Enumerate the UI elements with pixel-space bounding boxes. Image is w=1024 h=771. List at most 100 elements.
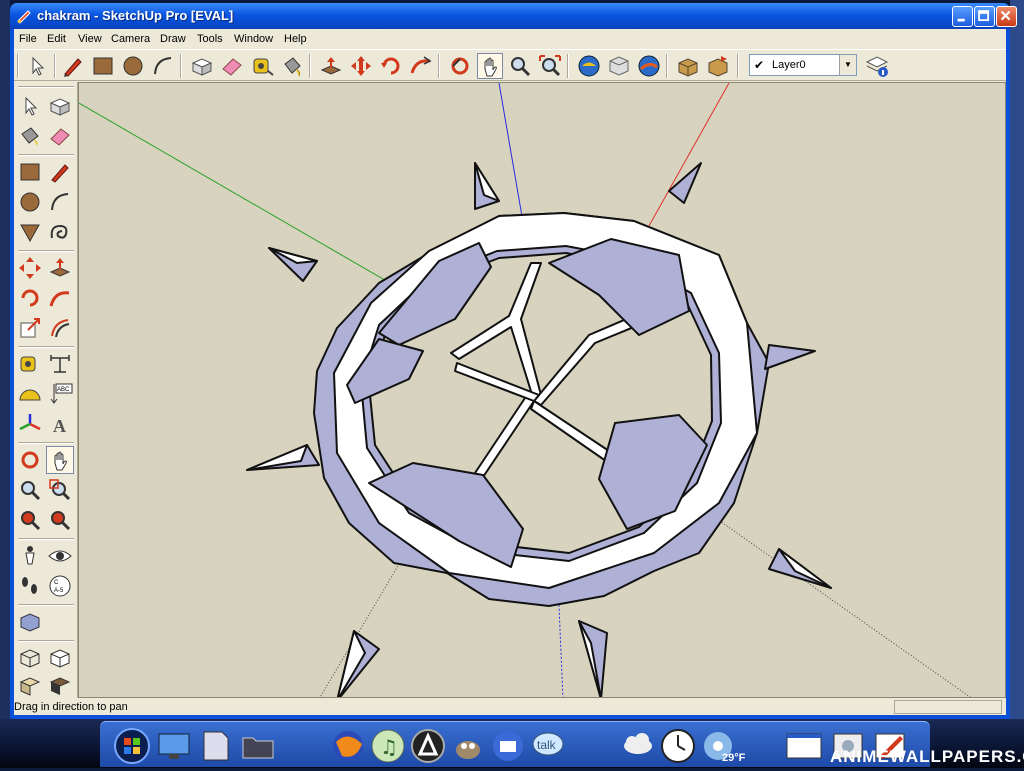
mail-icon bbox=[493, 731, 523, 761]
freehand-tool-button[interactable] bbox=[46, 218, 74, 246]
walk-tool-button[interactable] bbox=[16, 572, 44, 600]
chevron-down-icon[interactable]: ▼ bbox=[839, 55, 856, 75]
dock-music[interactable]: ♫ bbox=[368, 726, 408, 766]
menu-camera[interactable]: Camera bbox=[111, 33, 150, 45]
3d-text-tool-button[interactable]: A bbox=[46, 410, 74, 438]
textured-style-button[interactable] bbox=[46, 672, 74, 700]
scale-tool-button[interactable] bbox=[16, 314, 44, 342]
share-component-button[interactable] bbox=[705, 53, 731, 79]
dock-thunderbird[interactable] bbox=[488, 726, 528, 766]
maximize-button[interactable] bbox=[974, 6, 995, 27]
make-component-button[interactable] bbox=[189, 53, 215, 79]
menu-window[interactable]: Window bbox=[234, 33, 273, 45]
move-tool-button[interactable] bbox=[348, 53, 374, 79]
textured-cube-icon bbox=[49, 677, 71, 695]
wireframe-style-button[interactable] bbox=[16, 644, 44, 672]
previous-view-button[interactable] bbox=[16, 506, 44, 534]
arc-tool-button[interactable] bbox=[150, 53, 176, 79]
protractor-tool-button[interactable] bbox=[16, 380, 44, 408]
make-component-button[interactable] bbox=[46, 92, 74, 120]
layer-dropdown[interactable]: ✔ Layer0 ▼ bbox=[749, 54, 857, 76]
dock-gimp[interactable] bbox=[448, 726, 488, 766]
zoom-extents-icon bbox=[51, 511, 71, 531]
zoom-tool-button[interactable] bbox=[16, 476, 44, 504]
dimension-tool-button[interactable] bbox=[46, 350, 74, 378]
minimize-button[interactable] bbox=[952, 6, 973, 27]
zoom-tool-button[interactable] bbox=[507, 53, 533, 79]
title-bar[interactable]: chakram - SketchUp Pro [EVAL] bbox=[10, 3, 1017, 29]
circle-tool-button[interactable] bbox=[16, 188, 44, 216]
dock-clock[interactable] bbox=[658, 726, 698, 766]
orbit-tool-button[interactable] bbox=[447, 53, 473, 79]
layer-manager-button[interactable] bbox=[864, 53, 890, 79]
menu-view[interactable]: View bbox=[78, 33, 102, 45]
tape-measure-button[interactable] bbox=[249, 53, 275, 79]
move-icon bbox=[351, 56, 371, 76]
zoom-extents-button[interactable] bbox=[537, 53, 563, 79]
tape-measure-button[interactable] bbox=[16, 350, 44, 378]
toolbar-grip[interactable] bbox=[17, 54, 19, 78]
rectangle-tool-button[interactable] bbox=[16, 158, 44, 186]
dock-window-preview[interactable] bbox=[784, 726, 824, 766]
dock-folder[interactable] bbox=[238, 726, 278, 766]
paint-bucket-button[interactable] bbox=[279, 53, 305, 79]
rotate-tool-button[interactable] bbox=[378, 53, 404, 79]
dock-talk[interactable]: talk bbox=[528, 726, 568, 766]
look-around-button[interactable] bbox=[46, 542, 74, 570]
close-button[interactable] bbox=[996, 6, 1017, 27]
orbit-tool-button[interactable] bbox=[16, 446, 44, 474]
follow-me-button[interactable] bbox=[408, 53, 434, 79]
menu-help[interactable]: Help bbox=[284, 33, 307, 45]
polygon-tool-button[interactable] bbox=[16, 218, 44, 246]
documents-icon bbox=[203, 731, 229, 761]
offset-tool-button[interactable] bbox=[46, 314, 74, 342]
get-components-button[interactable] bbox=[675, 53, 701, 79]
dock-weather[interactable] bbox=[618, 726, 658, 766]
dock-firefox[interactable] bbox=[328, 726, 368, 766]
monitor-icon bbox=[158, 733, 190, 759]
text-tool-button[interactable]: ABC bbox=[46, 380, 74, 408]
eraser-tool-button[interactable] bbox=[46, 122, 74, 150]
hidden-line-style-button[interactable] bbox=[46, 644, 74, 672]
select-tool-button[interactable] bbox=[24, 53, 50, 79]
google-earth-button[interactable] bbox=[636, 53, 662, 79]
arc-tool-button[interactable] bbox=[46, 188, 74, 216]
main-toolbar: ✔ Layer0 ▼ bbox=[14, 49, 1006, 81]
chakram-model[interactable] bbox=[79, 83, 1006, 698]
shaded-style-button[interactable] bbox=[16, 672, 44, 700]
zoom-window-button[interactable] bbox=[46, 476, 74, 504]
menu-file[interactable]: File bbox=[19, 33, 37, 45]
dock-desktop[interactable] bbox=[154, 726, 194, 766]
select-tool-button[interactable] bbox=[16, 92, 44, 120]
menu-edit[interactable]: Edit bbox=[47, 33, 66, 45]
model-viewport[interactable] bbox=[78, 82, 1006, 698]
share-model-button[interactable] bbox=[606, 53, 632, 79]
rectangle-tool-button[interactable] bbox=[90, 53, 116, 79]
axes-tool-button[interactable] bbox=[16, 410, 44, 438]
pencil-tool-button[interactable] bbox=[60, 53, 86, 79]
move-tool-button[interactable] bbox=[16, 254, 44, 282]
zoom-extents-button[interactable] bbox=[46, 506, 74, 534]
pan-tool-button[interactable] bbox=[477, 53, 503, 79]
follow-me-button[interactable] bbox=[46, 284, 74, 312]
section-plane-button[interactable]: C A-5 bbox=[46, 572, 74, 600]
xray-style-button[interactable] bbox=[16, 608, 44, 636]
rotate-tool-button[interactable] bbox=[16, 284, 44, 312]
menu-draw[interactable]: Draw bbox=[160, 33, 186, 45]
pencil-tool-button[interactable] bbox=[46, 158, 74, 186]
get-models-button[interactable] bbox=[576, 53, 602, 79]
push-pull-button[interactable] bbox=[46, 254, 74, 282]
push-pull-button[interactable] bbox=[318, 53, 344, 79]
dock-documents[interactable] bbox=[196, 726, 236, 766]
toolbar-grip[interactable] bbox=[18, 86, 74, 88]
eraser-tool-button[interactable] bbox=[219, 53, 245, 79]
dock-start[interactable] bbox=[112, 726, 152, 766]
pan-tool-button[interactable] bbox=[46, 446, 74, 474]
menu-tools[interactable]: Tools bbox=[197, 33, 223, 45]
measurements-box[interactable] bbox=[894, 700, 1002, 714]
paint-bucket-button[interactable] bbox=[16, 122, 44, 150]
dock-app[interactable] bbox=[408, 726, 448, 766]
paint-bucket-icon bbox=[21, 127, 39, 146]
circle-tool-button[interactable] bbox=[120, 53, 146, 79]
position-camera-button[interactable] bbox=[16, 542, 44, 570]
